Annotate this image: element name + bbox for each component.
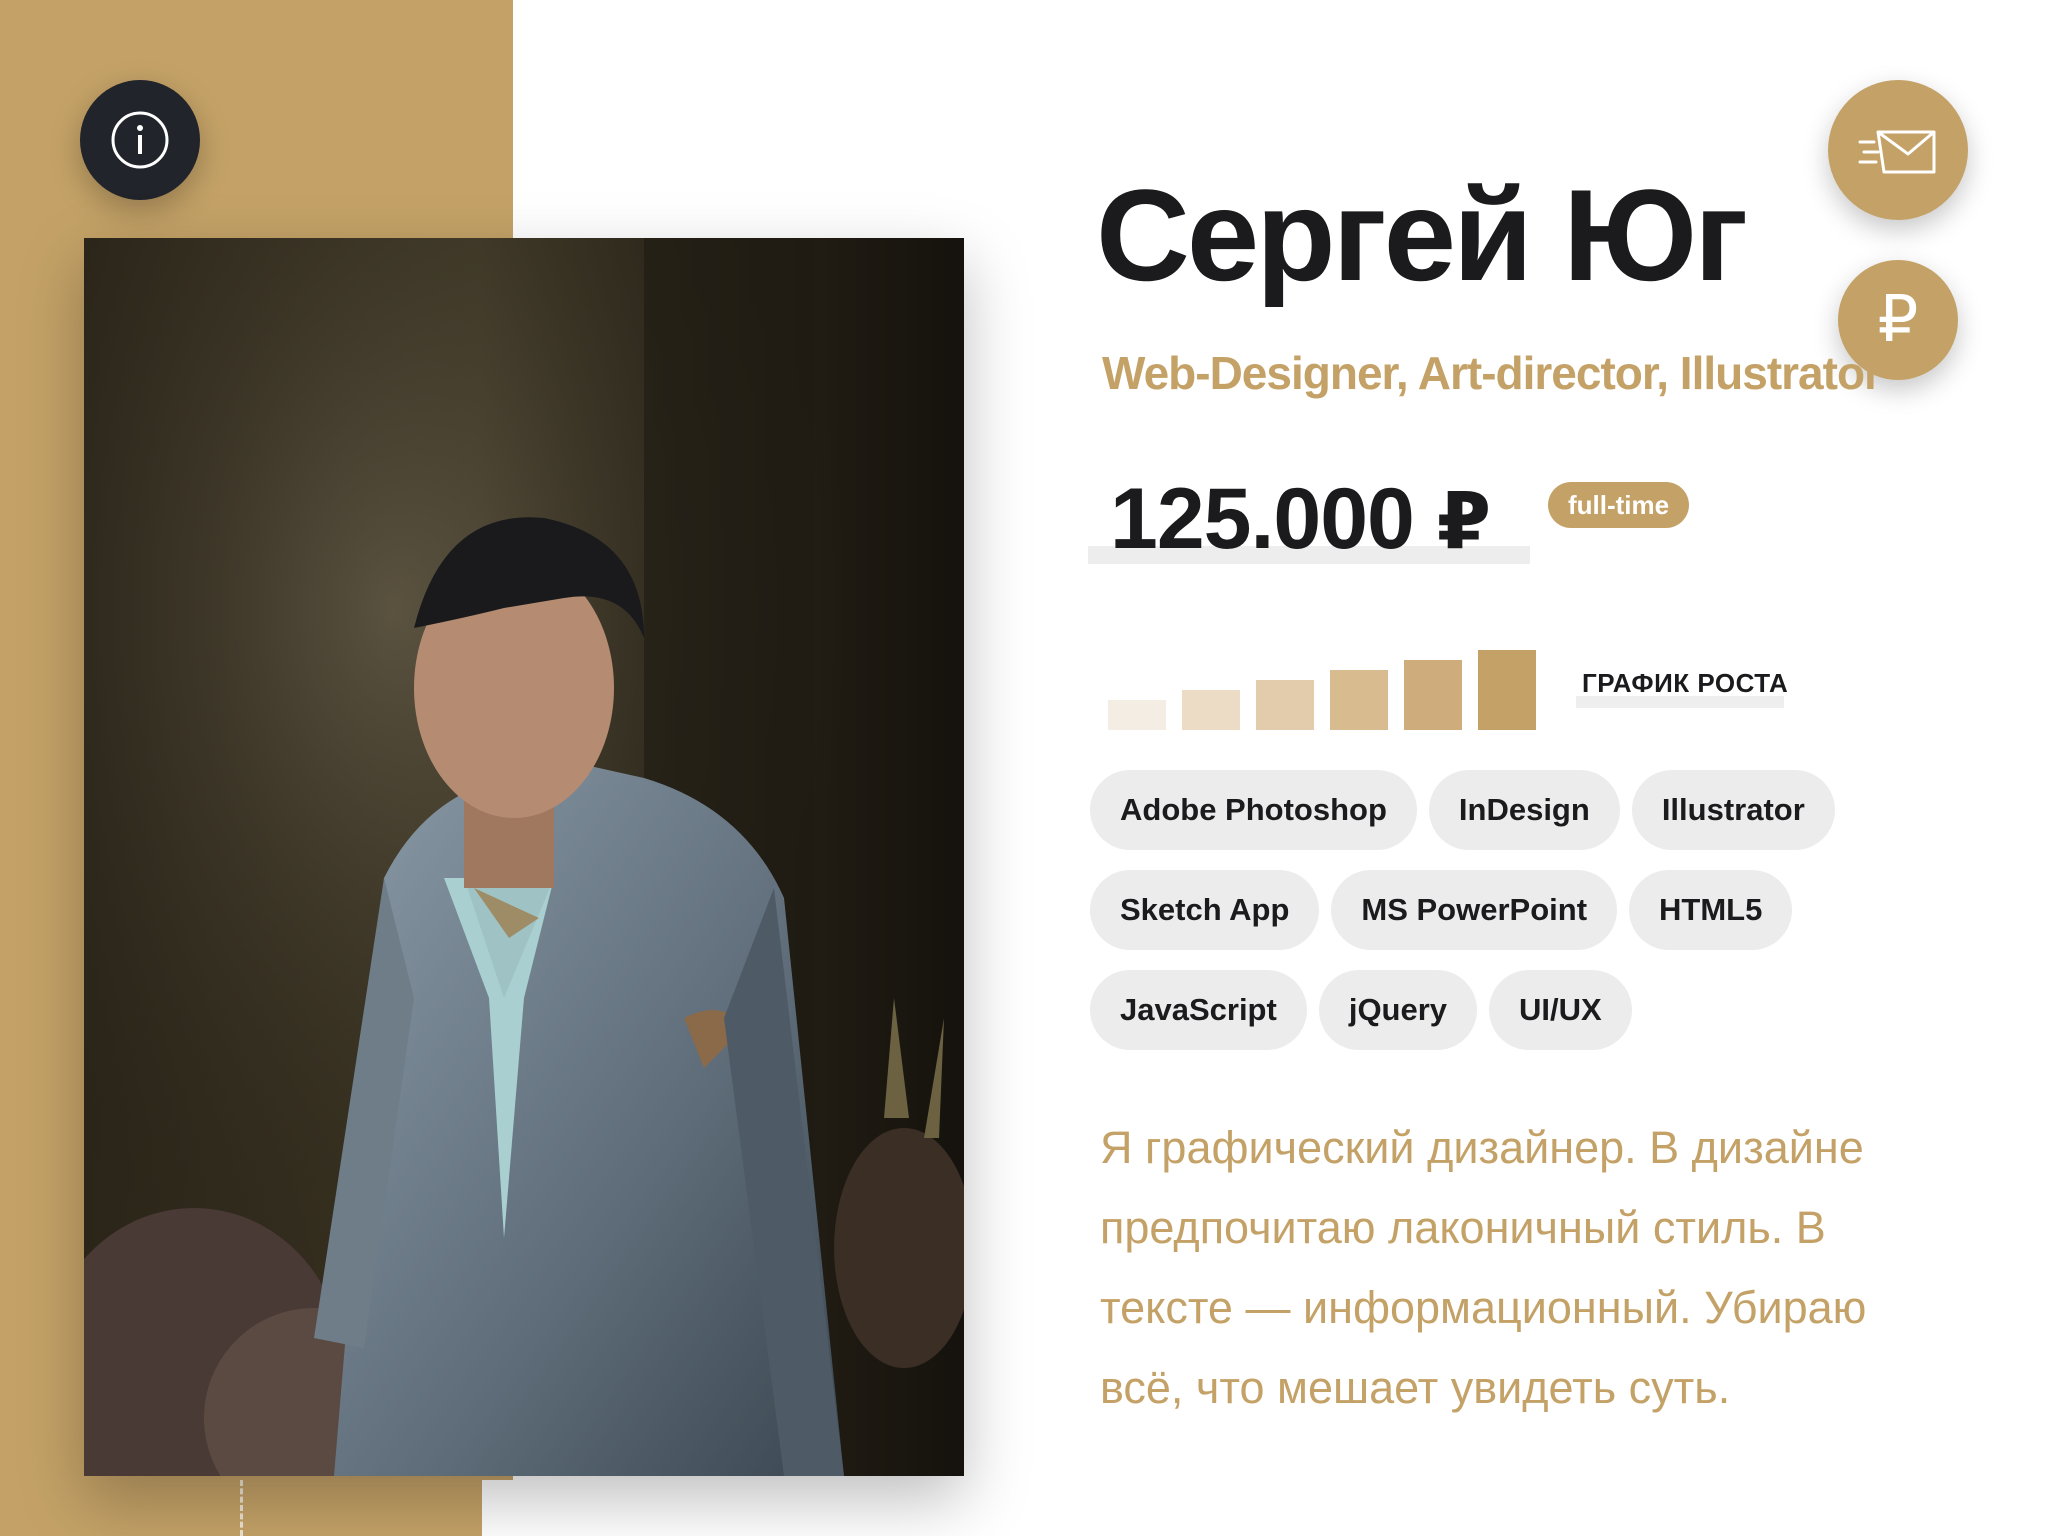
skill-tag[interactable]: Illustrator [1631, 770, 1835, 850]
growth-bar [1330, 670, 1388, 730]
growth-label-block: ГРАФИК РОСТА [1576, 668, 1788, 708]
skill-tag[interactable]: MS PowerPoint [1331, 870, 1618, 950]
employment-badge: full-time [1548, 482, 1690, 528]
skill-tag[interactable]: jQuery [1318, 970, 1478, 1050]
growth-bar [1478, 650, 1536, 730]
dashed-divider [240, 1480, 243, 1536]
info-button[interactable] [80, 80, 200, 200]
salary-value: 125.000 ₽ [1110, 470, 1491, 569]
skill-tag[interactable]: HTML5 [1629, 870, 1793, 950]
skills-row: Adobe Photoshop InDesign Illustrator [1090, 770, 1850, 850]
bio-text: Я графический дизайнер. В дизайне предпо… [1100, 1122, 1867, 1413]
salary-currency: ₽ [1436, 477, 1491, 567]
skill-tag[interactable]: Adobe Photoshop [1090, 770, 1417, 850]
growth-bar [1182, 690, 1240, 730]
growth-bar [1256, 680, 1314, 730]
growth-chart [1108, 650, 1536, 730]
profile-name: Сергей Юг [1096, 162, 1748, 308]
growth-bar [1404, 660, 1462, 730]
skill-tag[interactable]: InDesign [1428, 770, 1620, 850]
profile-role: Web-Designer, Art-director, Illustrator [1102, 347, 1882, 399]
salary-block: 125.000 ₽ [1088, 470, 1530, 569]
skill-tag[interactable]: JavaScript [1090, 970, 1307, 1050]
growth-bar [1108, 700, 1166, 730]
skills-list: Adobe Photoshop InDesign Illustrator Ske… [1090, 770, 1850, 1070]
info-icon [111, 111, 169, 169]
skill-tag[interactable]: UI/UX [1489, 970, 1632, 1050]
skill-tag[interactable]: Sketch App [1090, 870, 1320, 950]
ruble-icon: ₽ [1877, 283, 1919, 357]
skills-row: Sketch App MS PowerPoint HTML5 [1090, 870, 1850, 950]
skills-row: JavaScript jQuery UI/UX [1090, 970, 1850, 1050]
salary-amount: 125.000 [1110, 471, 1415, 567]
growth-label: ГРАФИК РОСТА [1582, 668, 1789, 698]
mail-icon [1858, 130, 1936, 174]
panel-notch [482, 1480, 522, 1536]
profile-photo [84, 238, 964, 1476]
send-message-button[interactable] [1828, 80, 1968, 220]
